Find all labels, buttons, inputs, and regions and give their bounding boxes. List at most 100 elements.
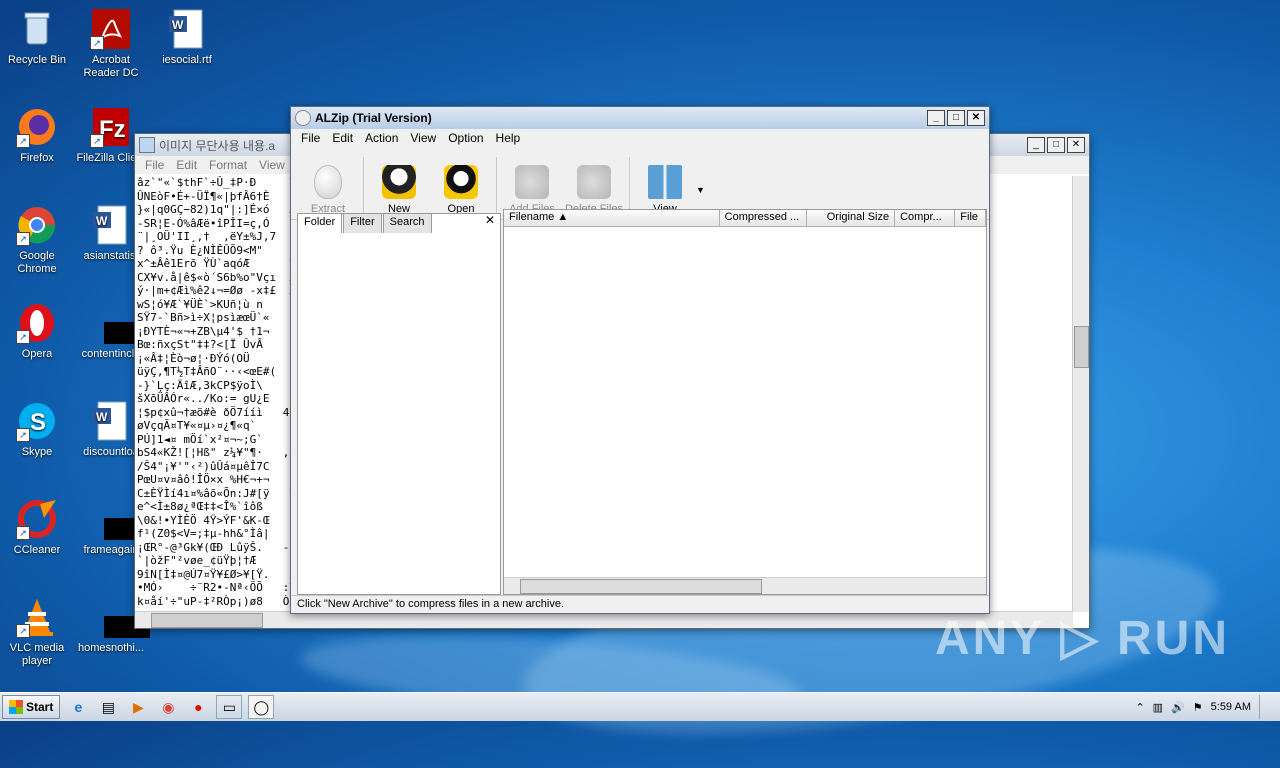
alzip-app-icon <box>295 110 311 126</box>
network-icon[interactable]: ▥ <box>1153 701 1163 714</box>
notepad-taskbar-icon[interactable]: ▭ <box>216 695 243 719</box>
folder-pane[interactable] <box>297 213 501 595</box>
minimize-button[interactable]: _ <box>927 110 945 126</box>
system-tray: ⌃ ▥ 🔊 ⚑ 5:59 AM <box>1135 695 1280 719</box>
alzip-taskbar-icon[interactable]: ◯ <box>248 695 275 719</box>
word-doc-icon <box>90 596 150 638</box>
skype-icon: S ↗ <box>16 400 58 442</box>
alzip-menubar: File Edit Action View Option Help <box>291 129 989 147</box>
menu-option[interactable]: Option <box>442 131 489 145</box>
column-filename[interactable]: Filename ▲ <box>504 210 720 226</box>
desktop-icon-opera[interactable]: ↗ Opera <box>0 302 74 361</box>
desktop-icon-firefox[interactable]: ↗ Firefox <box>0 106 74 165</box>
column-original-size[interactable]: Original Size <box>807 210 896 226</box>
desktop-icon-recycle-bin[interactable]: Recycle Bin <box>0 8 74 67</box>
word-doc-icon: W <box>166 8 208 50</box>
desktop-icon-iesocial[interactable]: W iesocial.rtf <box>150 8 224 67</box>
tab-folder[interactable]: Folder <box>297 213 343 233</box>
menu-edit[interactable]: Edit <box>170 158 203 172</box>
scroll-thumb[interactable] <box>151 613 263 628</box>
view-dropdown-arrow-icon[interactable]: ▼ <box>696 185 705 195</box>
toolbar-separator <box>629 157 630 213</box>
windows-logo-icon <box>9 700 23 714</box>
close-button[interactable]: ✕ <box>1067 137 1085 153</box>
black-file-icon <box>90 302 150 344</box>
acrobat-icon: ↗ <box>90 8 132 50</box>
chrome-taskbar-icon[interactable]: ◉ <box>156 696 180 718</box>
view-grid-icon <box>648 165 682 199</box>
file-list-header: Filename ▲ Compressed ... Original Size … <box>504 210 986 227</box>
new-button[interactable]: New <box>368 165 430 215</box>
menu-format[interactable]: Format <box>203 158 253 172</box>
firefox-icon: ↗ <box>16 106 58 148</box>
volume-icon[interactable]: 🔊 <box>1171 701 1185 714</box>
add-files-icon <box>515 165 549 199</box>
close-button[interactable]: ✕ <box>967 110 985 126</box>
maximize-button[interactable]: □ <box>947 110 965 126</box>
toolbar-separator <box>496 157 497 213</box>
file-list-horizontal-scrollbar[interactable] <box>504 577 986 594</box>
status-bar: Click "New Archive" to compress files in… <box>291 595 989 613</box>
recycle-bin-icon <box>16 8 58 50</box>
maximize-button[interactable]: □ <box>1047 137 1065 153</box>
svg-text:W: W <box>96 410 108 424</box>
alzip-title: ALZip (Trial Version) <box>315 111 432 125</box>
internet-explorer-icon[interactable]: e <box>66 696 90 718</box>
watermark-logo: ANY ▷ RUN <box>934 612 1230 665</box>
menu-edit[interactable]: Edit <box>326 131 359 145</box>
menu-file[interactable]: File <box>295 131 326 145</box>
penguin-new-icon <box>382 165 416 199</box>
scroll-thumb[interactable] <box>520 579 762 594</box>
desktop-icon-acrobat[interactable]: ↗ Acrobat Reader DC <box>74 8 148 80</box>
word-doc-icon: W <box>90 400 132 442</box>
tab-filter[interactable]: Filter <box>343 213 382 233</box>
menu-view[interactable]: View <box>404 131 442 145</box>
menu-file[interactable]: File <box>139 158 170 172</box>
svg-text:W: W <box>172 18 184 32</box>
add-files-button[interactable]: Add Files <box>501 165 563 215</box>
menu-view[interactable]: View <box>253 158 291 172</box>
desktop-icon-skype[interactable]: S ↗ Skype <box>0 400 74 459</box>
menu-help[interactable]: Help <box>490 131 527 145</box>
file-explorer-icon[interactable]: ▤ <box>96 696 120 718</box>
black-file-icon <box>90 498 150 540</box>
clock[interactable]: 5:59 AM <box>1211 701 1251 713</box>
desktop-icon-vlc[interactable]: ↗ VLC media player <box>0 596 74 668</box>
opera-taskbar-icon[interactable]: ● <box>186 696 210 718</box>
vlc-icon: ↗ <box>16 596 58 638</box>
open-button[interactable]: Open <box>430 165 492 215</box>
notepad-vertical-scrollbar[interactable] <box>1072 176 1089 612</box>
desktop-icon-chrome[interactable]: ↗ Google Chrome <box>0 204 74 276</box>
ccleaner-icon: ↗ <box>16 498 58 540</box>
delete-files-button[interactable]: Delete Files <box>563 165 625 215</box>
egg-icon <box>314 165 342 199</box>
chrome-icon: ↗ <box>16 204 58 246</box>
close-pane-icon[interactable]: ✕ <box>485 213 495 227</box>
alzip-titlebar[interactable]: ALZip (Trial Version) _ □ ✕ <box>291 107 989 129</box>
column-compression-ratio[interactable]: Compr... <box>895 210 956 226</box>
scroll-thumb[interactable] <box>1074 326 1089 368</box>
delete-files-icon <box>577 165 611 199</box>
flag-icon[interactable]: ⚑ <box>1193 701 1203 714</box>
opera-icon: ↗ <box>16 302 58 344</box>
start-button[interactable]: Start <box>2 695 61 719</box>
show-desktop-button[interactable] <box>1259 695 1270 719</box>
notepad-icon <box>139 137 155 153</box>
word-doc-icon: W <box>90 204 132 246</box>
column-file-type[interactable]: File <box>955 210 986 226</box>
show-hidden-icons-icon[interactable]: ⌃ <box>1135 701 1144 714</box>
alzip-window[interactable]: ALZip (Trial Version) _ □ ✕ File Edit Ac… <box>290 106 990 614</box>
notepad-title: 이미지 무단사용 내용.a <box>159 138 276 153</box>
filezilla-icon: Fz ↗ <box>90 106 132 148</box>
media-player-icon[interactable]: ▶ <box>126 696 150 718</box>
menu-action[interactable]: Action <box>359 131 404 145</box>
column-compressed[interactable]: Compressed ... <box>720 210 808 226</box>
extract-button[interactable]: Extract <box>297 165 359 215</box>
view-button[interactable]: View <box>634 165 696 215</box>
desktop-icon-ccleaner[interactable]: ↗ CCleaner <box>0 498 74 557</box>
svg-text:W: W <box>96 214 108 228</box>
file-list[interactable]: Filename ▲ Compressed ... Original Size … <box>503 209 987 595</box>
minimize-button[interactable]: _ <box>1027 137 1045 153</box>
taskbar: Start e ▤ ▶ ◉ ● ▭ ◯ ⌃ ▥ 🔊 ⚑ 5:59 AM <box>0 692 1280 721</box>
tab-search[interactable]: Search <box>382 213 432 233</box>
